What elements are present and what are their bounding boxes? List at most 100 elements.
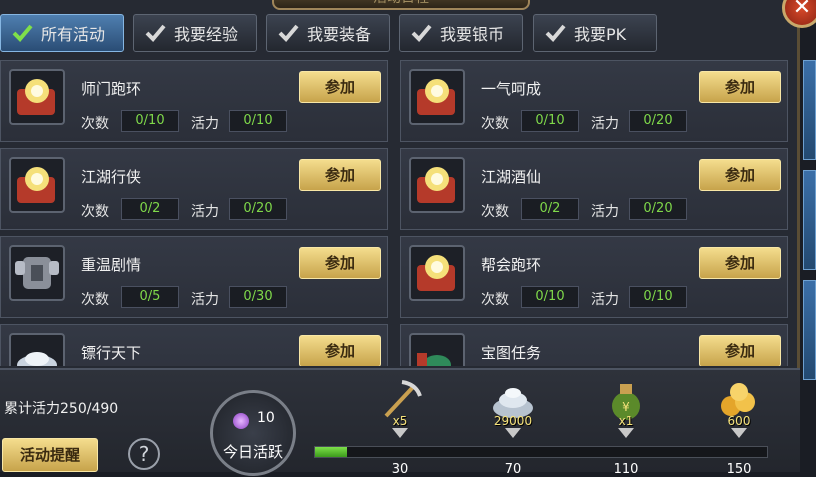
- side-tab[interactable]: [803, 170, 816, 270]
- activity-progress-bar: [314, 446, 768, 458]
- activity-name: 重温剧情: [81, 256, 142, 274]
- vitality-label: 活力: [191, 116, 219, 132]
- vitality-value: 0/20: [229, 198, 287, 220]
- activity-name: 一气呵成: [481, 80, 542, 98]
- check-icon: [410, 22, 432, 44]
- tab-label: 我要PK: [574, 25, 627, 44]
- count-value: 0/2: [521, 198, 579, 220]
- daily-activity-count: 10: [257, 410, 275, 426]
- activity-card: 帮会跑环 次数 0/10 活力 0/10 参加: [400, 236, 788, 318]
- progress-fill: [315, 447, 347, 457]
- arrow-down-icon: [505, 428, 521, 438]
- scroll-orb-icon: [409, 245, 465, 301]
- vitality-value: 0/10: [629, 286, 687, 308]
- help-button[interactable]: ?: [128, 438, 160, 470]
- scroll-orb-icon: [9, 69, 65, 125]
- milestone-label: 30: [391, 462, 409, 477]
- activity-card: 一气呵成 次数 0/10 活力 0/20 参加: [400, 60, 788, 142]
- tab-all-activities[interactable]: 所有活动: [0, 14, 124, 52]
- vitality-footer: 累计活力250/490 活动提醒 ? 10 今日活跃 x5 29000 ¥ x1…: [0, 368, 800, 477]
- daily-activity-label: 今日活跃: [222, 443, 283, 461]
- tab-experience[interactable]: 我要经验: [133, 14, 257, 52]
- count-value: 0/10: [121, 110, 179, 132]
- vitality-label: 活力: [191, 204, 219, 220]
- daily-activity-badge: 10 今日活跃: [210, 390, 296, 476]
- vitality-label: 活力: [591, 292, 619, 308]
- activity-panel: 活动日程 所有活动 我要经验 我要装备 我要银币 我要PK 师门跑环 次: [0, 0, 800, 477]
- reward-quantity: 29000: [493, 414, 533, 428]
- activity-grid: 师门跑环 次数 0/10 活力 0/10 参加 一气呵成 次数 0/10 活力 …: [0, 60, 790, 366]
- reward-quantity: x1: [618, 414, 634, 428]
- tab-label: 我要经验: [174, 25, 239, 44]
- reward-slot[interactable]: x5: [370, 376, 430, 440]
- count-label: 次数: [81, 204, 109, 220]
- reward-quantity: x5: [392, 414, 408, 428]
- accumulated-vitality: 累计活力250/490: [4, 401, 119, 417]
- count-label: 次数: [481, 116, 509, 132]
- tab-pk[interactable]: 我要PK: [533, 14, 657, 52]
- scroll-orb-icon: [409, 157, 465, 213]
- panel-title: 活动日程: [274, 0, 528, 8]
- activity-remind-button[interactable]: 活动提醒: [2, 438, 98, 472]
- reward-slot[interactable]: ¥ x1: [596, 376, 656, 440]
- check-icon: [11, 22, 33, 44]
- count-value: 0/10: [521, 110, 579, 132]
- join-button[interactable]: 参加: [699, 335, 781, 366]
- milestone-label: 70: [504, 462, 522, 477]
- join-button[interactable]: 参加: [299, 247, 381, 279]
- activity-card: 重温剧情 次数 0/5 活力 0/30 参加: [0, 236, 388, 318]
- milestone-label: 110: [613, 462, 639, 477]
- tab-label: 我要银币: [440, 25, 505, 44]
- reward-slot[interactable]: 29000: [483, 376, 543, 440]
- check-icon: [144, 22, 166, 44]
- check-icon: [544, 22, 566, 44]
- scroll-orb-icon: [409, 69, 465, 125]
- title-banner: 活动日程: [272, 0, 530, 10]
- join-button[interactable]: 参加: [699, 247, 781, 279]
- activity-name: 江湖酒仙: [481, 168, 542, 186]
- activity-name: 帮会跑环: [481, 256, 542, 274]
- reward-quantity: 600: [727, 414, 751, 428]
- silver-ingot-icon: [9, 333, 65, 366]
- count-value: 0/10: [521, 286, 579, 308]
- scroll-orb-icon: [9, 157, 65, 213]
- purple-gem-icon: [233, 413, 249, 429]
- vitality-label: 活力: [591, 204, 619, 220]
- activity-name: 江湖行侠: [81, 168, 142, 186]
- count-label: 次数: [481, 292, 509, 308]
- vitality-label: 活力: [191, 292, 219, 308]
- arrow-down-icon: [618, 428, 634, 438]
- count-value: 0/2: [121, 198, 179, 220]
- check-icon: [277, 22, 299, 44]
- svg-text:¥: ¥: [622, 400, 630, 414]
- side-tab[interactable]: [803, 60, 816, 160]
- side-tab-strip: [803, 60, 816, 390]
- activity-card: 镖行天下 参加: [0, 324, 388, 366]
- treasure-map-icon: [409, 333, 465, 366]
- side-tab[interactable]: [803, 280, 816, 380]
- tab-equipment[interactable]: 我要装备: [266, 14, 390, 52]
- vitality-label: 活力: [591, 116, 619, 132]
- join-button[interactable]: 参加: [299, 159, 381, 191]
- arrow-down-icon: [392, 428, 408, 438]
- arrow-down-icon: [731, 428, 747, 438]
- join-button[interactable]: 参加: [299, 71, 381, 103]
- activity-name: 镖行天下: [81, 344, 142, 362]
- vitality-value: 0/20: [629, 110, 687, 132]
- join-button[interactable]: 参加: [699, 159, 781, 191]
- tab-label: 我要装备: [307, 25, 372, 44]
- activity-card: 宝图任务 参加: [400, 324, 788, 366]
- count-label: 次数: [81, 292, 109, 308]
- count-value: 0/5: [121, 286, 179, 308]
- join-button[interactable]: 参加: [699, 71, 781, 103]
- activity-card: 江湖行侠 次数 0/2 活力 0/20 参加: [0, 148, 388, 230]
- activity-name: 师门跑环: [81, 80, 142, 98]
- count-label: 次数: [81, 116, 109, 132]
- reward-slot[interactable]: 600: [709, 376, 769, 440]
- activity-card: 师门跑环 次数 0/10 活力 0/10 参加: [0, 60, 388, 142]
- vitality-value: 0/30: [229, 286, 287, 308]
- tab-bar: 所有活动 我要经验 我要装备 我要银币 我要PK: [0, 14, 800, 54]
- tab-label: 所有活动: [41, 25, 106, 44]
- join-button[interactable]: 参加: [299, 335, 381, 366]
- tab-silver[interactable]: 我要银币: [399, 14, 523, 52]
